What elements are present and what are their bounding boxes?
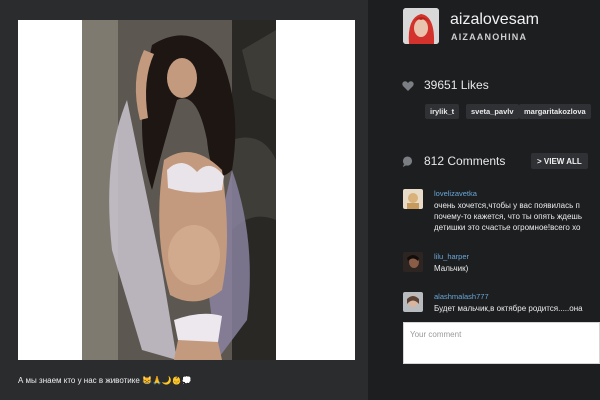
liker-tag[interactable]: sveta_pavlv — [466, 104, 519, 119]
comment-input[interactable] — [403, 322, 600, 364]
post-photo-frame — [18, 20, 355, 360]
comment-text: почему-то кажется, что ты опять ждешь — [434, 212, 583, 221]
comment-text: детишки это счастье огромное!всего хо — [434, 223, 581, 232]
comment-avatar-image — [403, 292, 423, 312]
post-photo-image — [82, 20, 276, 360]
comment-avatar-image — [403, 189, 423, 209]
comment-avatar[interactable] — [403, 189, 423, 209]
post-photo[interactable] — [82, 20, 276, 360]
comment-item: alashmalash777 Будет мальчик,в октябре р… — [403, 292, 600, 316]
view-all-button[interactable]: > VIEW ALL — [531, 153, 588, 169]
comment-author[interactable]: lilu_harper — [434, 252, 469, 261]
liker-tag[interactable]: irylik_t — [425, 104, 460, 119]
profile-avatar[interactable] — [403, 8, 439, 44]
avatar-image — [403, 8, 439, 44]
comment-item: lilu_harper Мальчик) — [403, 252, 600, 276]
heart-icon — [402, 81, 414, 91]
comments-count: 812 Comments — [424, 154, 506, 168]
comment-text: очень хочется,чтобы у вас появилась п — [434, 201, 580, 210]
liker-tag[interactable]: margaritakozlova — [519, 104, 591, 119]
comment-avatar[interactable] — [403, 292, 423, 312]
comment-text: Будет мальчик,в октябре родится.....она — [434, 304, 583, 313]
comment-avatar-image — [403, 252, 423, 272]
profile-username[interactable]: aizalovesam — [450, 11, 539, 29]
profile-full-name: AIZAANOHINA — [451, 32, 528, 42]
post-panel: А мы знаем кто у нас в животике 😸🙏🌙👶💭 — [0, 0, 368, 400]
comment-item: lovelizavetka очень хочется,чтобы у вас … — [403, 189, 600, 235]
comment-text: Мальчик) — [434, 264, 469, 273]
post-caption: А мы знаем кто у нас в животике 😸🙏🌙👶💭 — [18, 376, 192, 385]
comment-author[interactable]: lovelizavetka — [434, 189, 477, 198]
comment-bubble-icon — [402, 156, 413, 167]
likes-count: 39651 Likes — [424, 78, 489, 92]
comment-author[interactable]: alashmalash777 — [434, 292, 489, 301]
comment-avatar[interactable] — [403, 252, 423, 272]
